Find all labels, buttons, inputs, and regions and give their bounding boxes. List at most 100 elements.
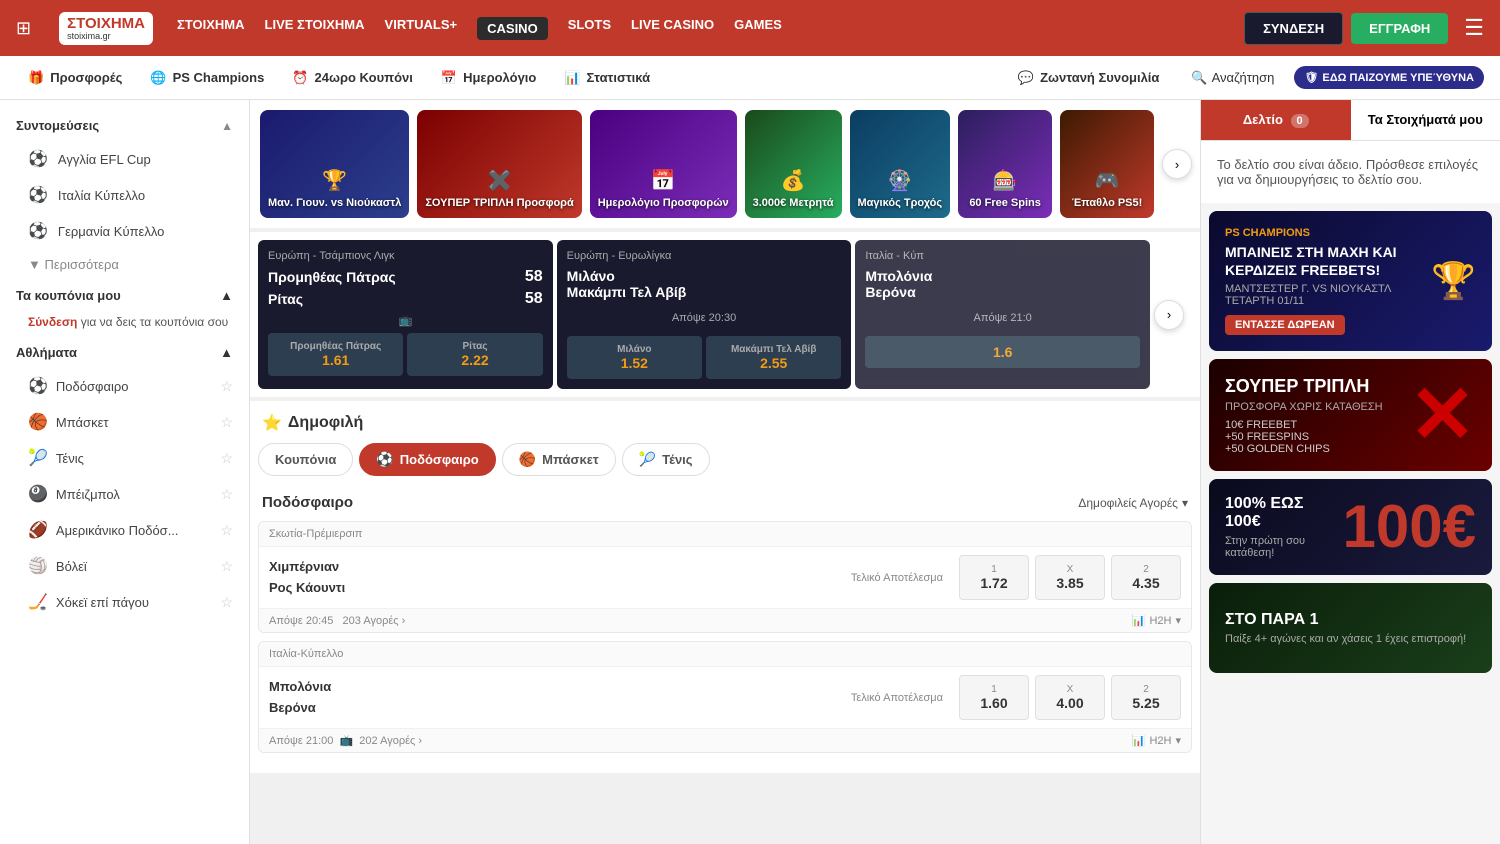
tab-tennis[interactable]: 🎾 Τένις: [622, 443, 710, 476]
match-row-0: Σκωτία-Πρέμιερσιπ Χιμπέρνιαν Ρος Κάουντι…: [258, 521, 1192, 633]
carousel-card-2[interactable]: 📅 Ημερολόγιο Προσφορών: [590, 110, 737, 218]
nav-slots[interactable]: SLOTS: [568, 17, 611, 40]
match-card-1[interactable]: Ευρώπη - Ευρωλίγκα Μιλάνο Μακάμπι Τελ Αβ…: [557, 240, 852, 389]
promo-text-1: ΣΟΥΠΕΡ ΤΡΙΠΛΗ ΠΡΟΣΦΟΡΑ ΧΩΡΙΣ ΚΑΤΑΘΕΣΗ 10…: [1225, 376, 1409, 456]
sidebar-item-efl-cup[interactable]: ⚽ Αγγλία EFL Cup: [0, 141, 249, 177]
sidebar-sport-american-football[interactable]: 🏈 Αμερικάνικο Ποδόσ... ☆: [0, 512, 249, 548]
sidebar-sport-hockey[interactable]: 🏒 Χόκεϊ επί πάγου ☆: [0, 584, 249, 620]
odd-btn-0-2[interactable]: 2 4.35: [1111, 555, 1181, 600]
carousel-card-1[interactable]: ✖️ ΣΟΥΠΕΡ ΤΡΙΠΛΗ Προσφορά: [417, 110, 581, 218]
popular-markets-link[interactable]: Δημοφιλείς Αγορές ▾: [1078, 496, 1188, 510]
promo-banner-100[interactable]: 100% ΕΩΣ 100€ Στην πρώτη σου κατάθεση! 1…: [1209, 479, 1492, 575]
sidebar-item-germany-cup[interactable]: ⚽ Γερμανία Κύπελλο: [0, 213, 249, 249]
nav-live-stoixima[interactable]: LIVE ΣΤΟΙΧΗΜΑ: [265, 17, 365, 40]
nav-virtuals[interactable]: VIRTUALS+: [385, 17, 458, 40]
search-button[interactable]: 🔍 Αναζήτηση: [1179, 64, 1286, 92]
register-button[interactable]: ΕΓΓΡΑΦΗ: [1351, 13, 1448, 44]
shortcuts-header[interactable]: Συντομεύσεις ▲: [0, 110, 249, 141]
h2h-link-1[interactable]: 📊 H2H ▾: [1132, 734, 1181, 747]
live-chat-button[interactable]: 💬 Ζωντανή Συνομιλία: [1006, 64, 1172, 92]
odd-btn-0-x[interactable]: Χ 3.85: [1035, 555, 1105, 600]
sec-nav-offers[interactable]: 🎁 Προσφορές: [16, 64, 134, 92]
match-league-0: Ευρώπη - Τσάμπιονς Λιγκ: [268, 250, 543, 262]
carousel-card-0[interactable]: 🏆 Μαν. Γιουν. vs Νιούκαστλ: [260, 110, 409, 218]
promo-banner-ps-champions[interactable]: PS CHAMPIONS ΜΠΑΙΝΕΙΣ ΣΤΗ ΜΑΧΗ ΚΑΙ ΚΕΡΔΙ…: [1209, 211, 1492, 351]
promo-banner-para1[interactable]: ΣΤΟ ΠΑΡΑ 1 Παίξε 4+ αγώνες και αν χάσεις…: [1209, 583, 1492, 673]
betslip-tab-mybets[interactable]: Τα Στοιχήματά μου: [1351, 100, 1500, 140]
fav-star-am-football[interactable]: ☆: [220, 522, 233, 539]
match-odd-btn-1-1[interactable]: Μιλάνο 1.52: [567, 336, 702, 379]
sec-nav-24h-coupon[interactable]: ⏰ 24ωρο Κουπόνι: [280, 64, 425, 92]
odd-btn-1-x[interactable]: Χ 4.00: [1035, 675, 1105, 720]
arrow-down-icon: ▼: [28, 257, 44, 272]
nav-live-casino[interactable]: LIVE CASINO: [631, 17, 714, 40]
logo-text: ΣΤΟΙΧΗΜΑ: [67, 16, 145, 31]
odd-btn-0-1[interactable]: 1 1.72: [959, 555, 1029, 600]
login-button[interactable]: ΣΥΝΔΕΣΗ: [1244, 12, 1343, 45]
h2h-link-0[interactable]: 📊 H2H ▾: [1132, 614, 1181, 627]
fav-star-volleyball[interactable]: ☆: [220, 558, 233, 575]
match-odd-btn-1-2[interactable]: Μακάμπι Τελ Αβίβ 2.55: [706, 336, 841, 379]
sec-nav-ps-champions[interactable]: 🌐 PS Champions: [138, 64, 276, 92]
arrow-right-icon-1: ›: [418, 735, 422, 747]
promo-title-0: ΜΠΑΙΝΕΙΣ ΣΤΗ ΜΑΧΗ ΚΑΙ ΚΕΡΔΙΖΕΙΣ FREEBETS…: [1225, 243, 1431, 279]
sidebar-more-link[interactable]: ▼ Περισσότερα: [0, 249, 249, 280]
responsible-gaming-button[interactable]: 🛡 ΕΔΩ ΠΑΙΖΟΥΜΕ ΥΠΕΎΘΥΝΑ: [1294, 66, 1484, 89]
betslip-tabs: Δελτίο 0 Τα Στοιχήματά μου: [1201, 100, 1500, 141]
promo-banner-super-triple[interactable]: ΣΟΥΠΕΡ ΤΡΙΠΛΗ ΠΡΟΣΦΟΡΑ ΧΩΡΙΣ ΚΑΤΑΘΕΣΗ 10…: [1209, 359, 1492, 471]
match-odd-btn-0-1[interactable]: Προμηθέας Πάτρας 1.61: [268, 333, 403, 376]
sidebar-item-italy-cup[interactable]: ⚽ Ιταλία Κύπελλο: [0, 177, 249, 213]
sidebar-sport-football[interactable]: ⚽ Ποδόσφαιρο ☆: [0, 368, 249, 404]
popular-section: ⭐ Δημοφιλή Κουπόνια ⚽ Ποδόσφαιρο 🏀 Μπάσκ…: [250, 401, 1200, 773]
match-team2-1: Μακάμπι Τελ Αβίβ: [567, 284, 842, 300]
clock-icon: ⏰: [292, 70, 308, 86]
nav-casino[interactable]: CASINO: [477, 17, 548, 40]
search-icon: 🔍: [1191, 70, 1207, 86]
promo-title-2: 100% ΕΩΣ 100€: [1225, 495, 1343, 531]
betslip-tab-slip[interactable]: Δελτίο 0: [1201, 100, 1351, 140]
tab-coupons[interactable]: Κουπόνια: [258, 443, 353, 476]
match-odd-btn-0-2[interactable]: Ρίτας 2.22: [407, 333, 542, 376]
nav-games[interactable]: GAMES: [734, 17, 782, 40]
carousel-card-6[interactable]: 🎮 Έπαθλο PS5!: [1060, 110, 1154, 218]
logo-subtext: stoixima.gr: [67, 31, 145, 41]
match-odd-btn-2-1[interactable]: 1.6: [865, 336, 1140, 368]
nav-stoixima[interactable]: ΣΤΟΙΧΗΜΑ: [177, 17, 245, 40]
fav-star-hockey[interactable]: ☆: [220, 594, 233, 611]
sec-nav-calendar[interactable]: 📅 Ημερολόγιο: [429, 64, 548, 92]
sidebar-sport-baseball[interactable]: 🎱 Μπέιζμπολ ☆: [0, 476, 249, 512]
tab-basketball[interactable]: 🏀 Μπάσκετ: [502, 443, 616, 476]
carousel-icon-5: 🎰: [993, 168, 1018, 193]
tab-football[interactable]: ⚽ Ποδόσφαιρο: [359, 443, 495, 476]
logo[interactable]: ΣΤΟΙΧΗΜΑ stoixima.gr: [59, 12, 153, 45]
match-row-body-0: Χιμπέρνιαν Ρος Κάουντι Τελικό Αποτέλεσμα…: [259, 547, 1191, 608]
sec-nav-statistics[interactable]: 📊 Στατιστικά: [552, 64, 662, 92]
coupons-arrow: ▲: [220, 288, 233, 303]
odds-group-1: 1 1.60 Χ 4.00 2 5.25: [959, 675, 1181, 720]
match-time-1: Απόψε 20:30: [567, 306, 842, 330]
hamburger-icon[interactable]: ☰: [1464, 15, 1484, 41]
login-link[interactable]: Σύνδεση: [28, 315, 77, 329]
odd-btn-1-1[interactable]: 1 1.60: [959, 675, 1029, 720]
grid-icon[interactable]: ⊞: [16, 18, 31, 39]
carousel-icon-6: 🎮: [1095, 168, 1120, 193]
carousel-card-3[interactable]: 💰 3.000€ Μετρητά: [745, 110, 842, 218]
my-coupons-header[interactable]: Τα κουπόνια μου ▲: [0, 280, 249, 311]
sidebar-sport-tennis[interactable]: 🎾 Τένις ☆: [0, 440, 249, 476]
odd-btn-1-2[interactable]: 2 5.25: [1111, 675, 1181, 720]
promo-cta-0[interactable]: ΕΝΤΑΣΣΕ ΔΩΡΕΑΝ: [1225, 315, 1345, 335]
carousel-next-button[interactable]: ›: [1162, 149, 1192, 179]
sidebar-sport-volleyball[interactable]: 🏐 Βόλεϊ ☆: [0, 548, 249, 584]
sidebar-sport-basketball[interactable]: 🏀 Μπάσκετ ☆: [0, 404, 249, 440]
match-card-2[interactable]: Ιταλία - Κύπ Μπολόνια Βερόνα Απόψε 21:0 …: [855, 240, 1150, 389]
promo-title-1: ΣΟΥΠΕΡ ΤΡΙΠΛΗ: [1225, 376, 1409, 398]
matches-next-button[interactable]: ›: [1154, 300, 1184, 330]
fav-star-baseball[interactable]: ☆: [220, 486, 233, 503]
match-card-0[interactable]: Ευρώπη - Τσάμπιονς Λιγκ Προμηθέας Πάτρας…: [258, 240, 553, 389]
carousel-card-4[interactable]: 🎡 Μαγικός Τροχός: [850, 110, 951, 218]
sports-header[interactable]: Αθλήματα ▲: [0, 337, 249, 368]
fav-star-basketball[interactable]: ☆: [220, 414, 233, 431]
fav-star-tennis[interactable]: ☆: [220, 450, 233, 467]
fav-star-football[interactable]: ☆: [220, 378, 233, 395]
carousel-card-5[interactable]: 🎰 60 Free Spins: [958, 110, 1052, 218]
